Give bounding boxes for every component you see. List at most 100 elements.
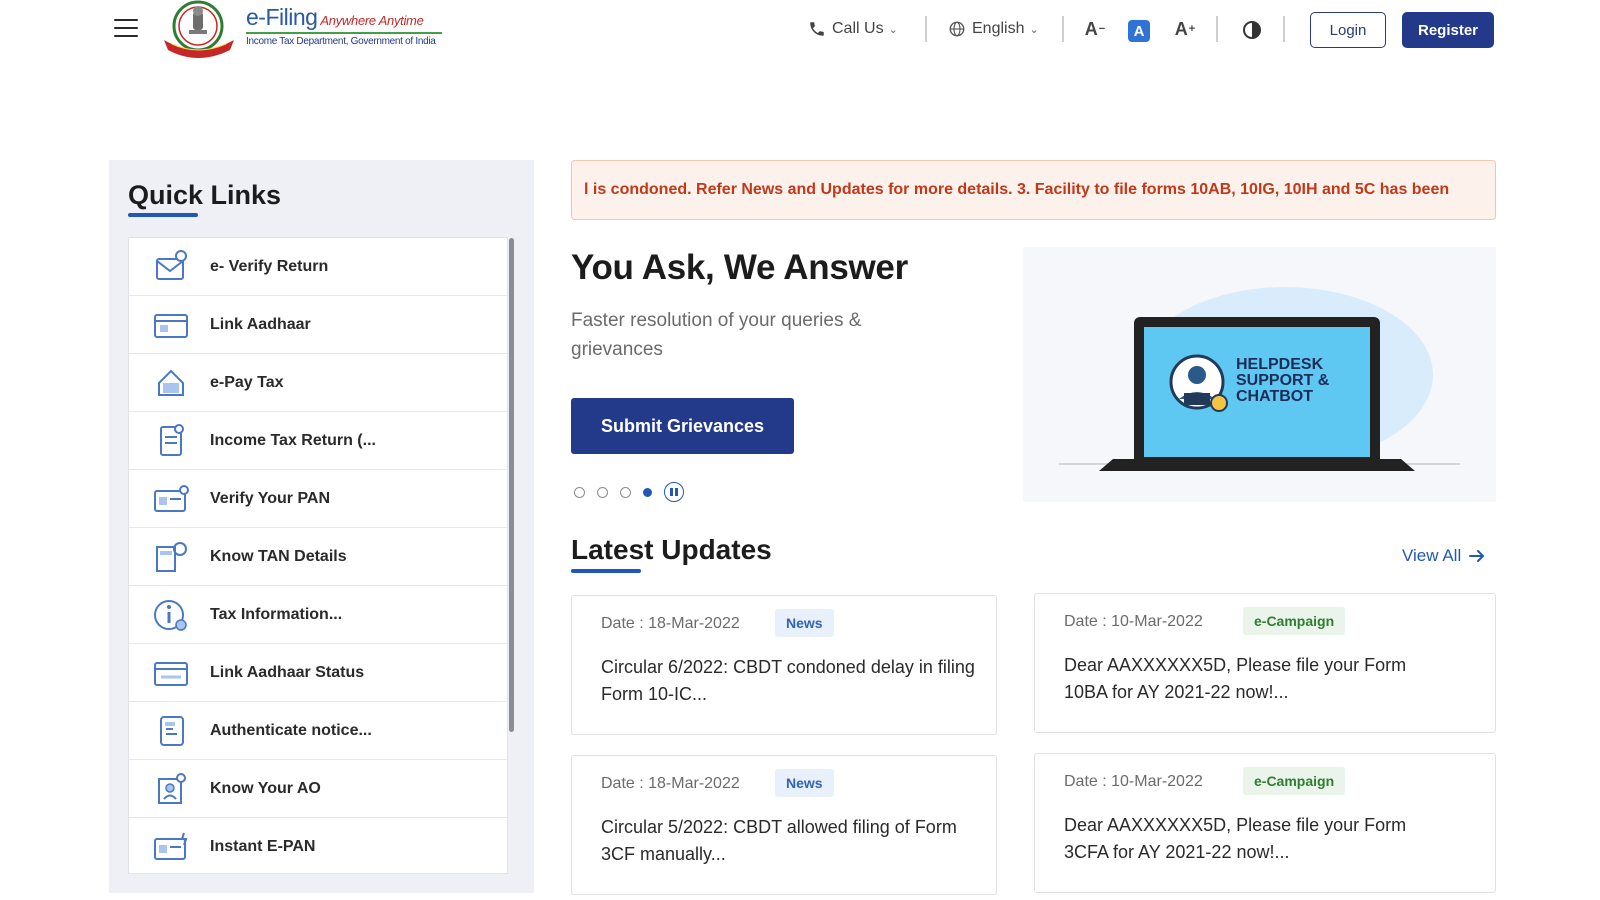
register-button[interactable]: Register: [1402, 12, 1494, 48]
quick-links-scrollbar[interactable]: [509, 238, 514, 732]
carousel-indicators: [574, 482, 684, 502]
carousel-dot[interactable]: [574, 486, 585, 498]
quick-link-item[interactable]: Know Your AO: [129, 760, 507, 818]
quick-link-label: Link Aadhaar: [210, 315, 311, 333]
quick-link-item[interactable]: Link Aadhaar Status: [129, 644, 507, 702]
font-decrease-button[interactable]: A −: [1082, 16, 1108, 42]
epan-icon: [151, 827, 191, 867]
logo-tagline: Anywhere Anytime: [320, 13, 424, 28]
header-divider: [925, 16, 927, 42]
officer-icon: [151, 769, 191, 809]
menu-icon[interactable]: [114, 19, 138, 39]
font-default-button[interactable]: A: [1128, 20, 1150, 42]
header-divider: [1283, 16, 1285, 42]
quick-link-label: Verify Your PAN: [210, 489, 331, 507]
font-default-label: A: [1133, 22, 1145, 40]
quick-link-item[interactable]: Authenticate notice...: [129, 702, 507, 760]
quick-link-label: e- Verify Return: [210, 257, 329, 275]
login-button[interactable]: Login: [1310, 12, 1386, 48]
pause-icon[interactable]: [664, 482, 684, 502]
quick-link-item[interactable]: Know TAN Details: [129, 528, 507, 586]
update-date: Date : 10-Mar-2022: [1064, 613, 1203, 630]
pay-tax-icon: [151, 363, 191, 403]
quick-link-label: Link Aadhaar Status: [210, 663, 365, 681]
latest-updates-title: Latest Updates: [571, 534, 772, 565]
quick-link-item[interactable]: e-Pay Tax: [129, 354, 507, 412]
update-badge: e-Campaign: [1243, 607, 1346, 635]
hero-subtitle: Faster resolution of your queries & grie…: [571, 310, 862, 360]
update-badge: e-Campaign: [1243, 767, 1346, 795]
aadhaar-card-icon: [151, 305, 191, 345]
tan-details-icon: [151, 537, 191, 577]
language-label: English: [972, 20, 1025, 37]
quick-link-label: Instant E-PAN: [210, 837, 316, 855]
quick-link-item[interactable]: Instant E-PAN: [129, 818, 507, 873]
quick-link-item[interactable]: e- Verify Return: [129, 238, 507, 296]
title-underline: [571, 569, 641, 573]
quick-link-item[interactable]: Link Aadhaar: [129, 296, 507, 354]
ticker-text: l is condoned. Refer News and Updates fo…: [584, 181, 1450, 198]
update-date: Date : 18-Mar-2022: [601, 615, 740, 632]
logo-name: e-Filing: [246, 4, 318, 30]
minus-icon: −: [1098, 23, 1106, 35]
view-all-link[interactable]: View All: [1402, 546, 1485, 566]
helpdesk-banner-image: HELPDESK SUPPORT & CHATBOT: [1023, 247, 1496, 502]
logo-divider: [246, 32, 442, 34]
update-card[interactable]: Date : 10-Mar-2022 e-Campaign Dear AAXXXXX…: [1034, 593, 1496, 733]
chevron-down-icon: ⌄: [888, 23, 898, 36]
quick-links-panel: Quick Links e- Verify Return Link Aadhaar…: [109, 160, 534, 893]
update-text: Circular 5/2022: CBDT allowed filing of …: [601, 817, 957, 864]
carousel-dot[interactable]: [597, 486, 608, 498]
update-card[interactable]: Date : 10-Mar-2022 e-Campaign Dear AAXXXXX…: [1034, 753, 1496, 893]
font-increase-label: A: [1174, 18, 1188, 39]
quick-link-label: Authenticate notice...: [210, 721, 372, 739]
font-decrease-label: A: [1084, 18, 1098, 39]
chevron-down-icon: ⌄: [1029, 23, 1039, 36]
update-badge: News: [775, 609, 834, 637]
logo-text[interactable]: e-Filing Anywhere Anytime Income Tax Depa…: [246, 4, 446, 47]
call-us-dropdown[interactable]: Call Us ⌄: [808, 14, 898, 44]
contrast-icon[interactable]: [1242, 20, 1262, 40]
pan-card-icon: [151, 479, 191, 519]
update-badge: News: [775, 769, 834, 797]
logo-subtitle: Income Tax Department, Government of Ind…: [246, 36, 436, 47]
income-tax-emblem-icon[interactable]: [158, 0, 240, 58]
quick-link-label: Tax Information...: [210, 605, 343, 623]
update-card[interactable]: Date : 18-Mar-2022 News Circular 6/2022: C…: [571, 595, 997, 735]
carousel-dot-active[interactable]: [643, 487, 652, 497]
view-all-label: View All: [1402, 546, 1462, 565]
banner-text-line: SUPPORT &: [1236, 372, 1330, 389]
aadhaar-status-icon: [151, 653, 191, 693]
quick-links-list[interactable]: e- Verify Return Link Aadhaar e-Pay Tax Inc…: [128, 237, 508, 874]
quick-link-label: Know Your AO: [210, 779, 321, 797]
quick-link-label: Income Tax Return (...: [210, 431, 376, 449]
tax-return-icon: [151, 421, 191, 461]
language-dropdown[interactable]: English ⌄: [948, 14, 1039, 44]
update-card[interactable]: Date : 18-Mar-2022 News Circular 5/2022: C…: [571, 755, 997, 895]
banner-text-line: CHATBOT: [1236, 388, 1313, 405]
update-text: Dear AAXXXXXX5D, Please file your Form 1…: [1064, 655, 1407, 702]
update-text: Circular 6/2022: CBDT condoned delay in …: [601, 657, 975, 704]
header-divider: [1062, 16, 1064, 42]
update-date: Date : 10-Mar-2022: [1064, 773, 1203, 790]
quick-link-item[interactable]: Verify Your PAN: [129, 470, 507, 528]
site-header: e-Filing Anywhere Anytime Income Tax Depa…: [0, 0, 1600, 62]
font-increase-button[interactable]: A +: [1172, 16, 1198, 42]
header-divider: [1216, 16, 1218, 42]
title-underline: [128, 213, 198, 217]
submit-grievances-button[interactable]: Submit Grievances: [571, 398, 794, 454]
call-us-label: Call Us: [832, 20, 884, 37]
verify-return-icon: [151, 247, 191, 287]
notice-icon: [151, 711, 191, 751]
quick-link-label: Know TAN Details: [210, 547, 347, 565]
info-icon: [151, 595, 191, 635]
quick-links-title: Quick Links: [128, 180, 282, 210]
news-ticker[interactable]: l is condoned. Refer News and Updates fo…: [571, 160, 1496, 220]
globe-icon: [949, 21, 965, 37]
laptop-illustration-icon: HELPDESK SUPPORT & CHATBOT: [1059, 287, 1460, 471]
quick-link-item[interactable]: Tax Information...: [129, 586, 507, 644]
carousel-dot[interactable]: [620, 486, 631, 498]
hero-title: You Ask, We Answer: [571, 248, 908, 287]
update-date: Date : 18-Mar-2022: [601, 775, 740, 792]
quick-link-item[interactable]: Income Tax Return (...: [129, 412, 507, 470]
